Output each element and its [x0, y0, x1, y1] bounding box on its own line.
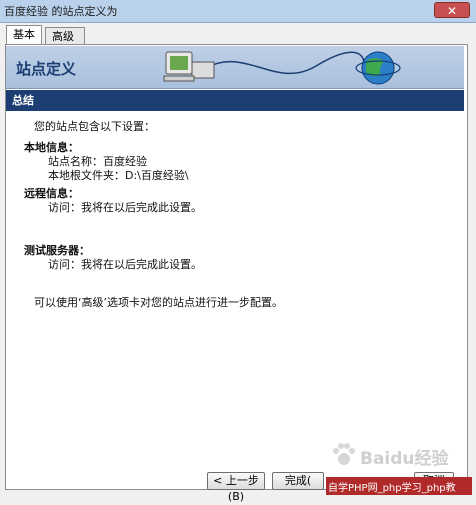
finish-button[interactable]: 完成( — [272, 472, 324, 490]
window-title: 百度经验 的站点定义为 — [4, 5, 118, 18]
watermark-logo-text: Baidu经验 — [360, 449, 449, 469]
title-bar: 百度经验 的站点定义为 ✕ — [0, 0, 476, 23]
remote-access-text: 访问：我将在以后完成此设置。 — [48, 201, 202, 214]
root-folder-text: 本地根文件夹：D:\百度经验\ — [48, 169, 189, 182]
banner-graphic — [163, 51, 401, 85]
test-access-text: 访问：我将在以后完成此设置。 — [48, 258, 202, 271]
wizard-banner: 站点定义 — [6, 46, 464, 89]
paw-icon — [333, 443, 355, 465]
footer-text: 可以使用‘高级’选项卡对您的站点进行进一步配置。 — [34, 296, 283, 309]
tab-basic[interactable]: 基本 — [6, 25, 42, 45]
summary-intro: 您的站点包含以下设置： — [34, 120, 155, 133]
site-watermark-text: 自学PHP网_php学习_php教 — [328, 483, 456, 494]
close-button[interactable]: ✕ — [434, 2, 470, 18]
baidu-watermark: Baidu经验 — [330, 440, 470, 470]
site-watermark: 自学PHP网_php学习_php教 — [326, 477, 472, 495]
tab-advanced[interactable]: 高级 — [45, 27, 85, 44]
section-header: 总结 — [6, 90, 464, 111]
back-button[interactable]: < 上一步(B) — [207, 472, 265, 503]
computer-icon — [163, 51, 215, 82]
